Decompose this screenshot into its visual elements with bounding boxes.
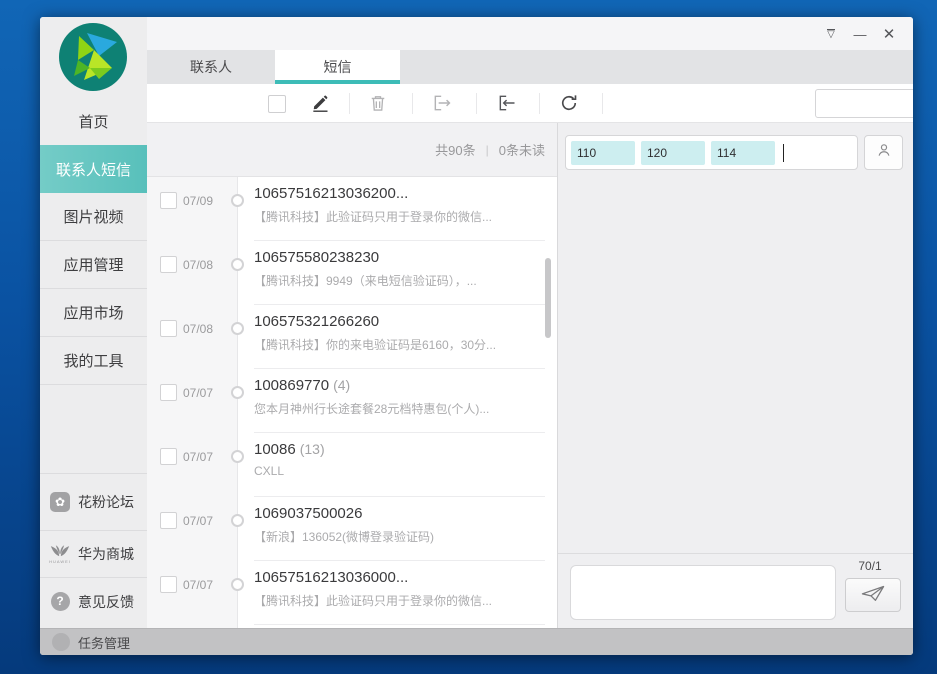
- send-button[interactable]: [845, 578, 901, 612]
- question-icon: ?: [50, 592, 70, 612]
- text-cursor: [783, 144, 784, 162]
- recipient-chip[interactable]: 120: [641, 141, 705, 165]
- toolbar-separator: [412, 93, 413, 114]
- message-preview: 【腾讯科技】你的来电验证码是6160，30分...: [254, 336, 496, 353]
- toolbar-separator: [539, 93, 540, 114]
- tab-contacts[interactable]: 联系人: [147, 50, 275, 84]
- sidebar-item-contacts-sms[interactable]: 联系人短信: [40, 145, 147, 193]
- message-list: 07/09 10657516213036200... 【腾讯科技】此验证码只用于…: [147, 177, 557, 628]
- refresh-icon[interactable]: [558, 92, 580, 114]
- toolbar-separator: [349, 93, 350, 114]
- timeline-dot: [231, 514, 244, 527]
- tab-sms[interactable]: 短信: [275, 50, 400, 84]
- row-checkbox[interactable]: [160, 448, 177, 465]
- minimize-button[interactable]: —: [850, 24, 870, 44]
- recipient-chip[interactable]: 114: [711, 141, 775, 165]
- timeline-dot: [231, 258, 244, 271]
- hisuite-logo: [59, 23, 127, 91]
- app-window: 首页 联系人短信 图片视频 应用管理 应用市场 我的工具 ✿ 花粉论坛 HUAW…: [40, 17, 913, 655]
- timeline-dot: [231, 386, 244, 399]
- timeline-dot: [231, 450, 244, 463]
- message-row[interactable]: 07/09 10657516213036200... 【腾讯科技】此验证码只用于…: [147, 177, 557, 241]
- sender-number: 1069037500026: [254, 505, 362, 522]
- row-checkbox[interactable]: [160, 256, 177, 273]
- task-manager-icon: [52, 633, 70, 651]
- sidebar-item-home[interactable]: 首页: [40, 97, 147, 145]
- send-icon: [860, 583, 886, 608]
- message-textarea[interactable]: [571, 566, 835, 619]
- sidebar-item-app-management[interactable]: 应用管理: [40, 241, 147, 289]
- sidebar-item-huawei-store[interactable]: HUAWEI 华为商城: [40, 530, 147, 577]
- message-preview: 【新浪】136052(微博登录验证码): [254, 528, 434, 545]
- close-button[interactable]: ✕: [879, 24, 899, 44]
- search-input[interactable]: [816, 90, 913, 117]
- row-checkbox[interactable]: [160, 192, 177, 209]
- sidebar-item-feedback[interactable]: ? 意见反馈: [40, 577, 147, 625]
- timeline-dot: [231, 322, 244, 335]
- huawei-logo-icon: HUAWEI: [50, 544, 70, 564]
- message-row[interactable]: 07/07 1069037500026 【新浪】136052(微博登录验证码): [147, 497, 557, 561]
- message-preview: 您本月神州行长途套餐28元档特惠包(个人)...: [254, 400, 489, 417]
- compose-area: [570, 565, 836, 620]
- search-box: [815, 89, 913, 118]
- sidebar: 首页 联系人短信 图片视频 应用管理 应用市场 我的工具 ✿ 花粉论坛 HUAW…: [40, 17, 147, 628]
- message-summary: 共90条 | 0条未读: [147, 123, 557, 177]
- window-menu-button[interactable]: ▽: [821, 24, 841, 44]
- tab-strip: 联系人 短信: [147, 50, 913, 84]
- message-row[interactable]: 07/07 10086(13) CXLL: [147, 433, 557, 497]
- sender-number: 10086: [254, 441, 296, 458]
- status-bar: 任务管理: [40, 628, 913, 655]
- sidebar-item-fans-forum[interactable]: ✿ 花粉论坛: [40, 473, 147, 530]
- pick-contact-button[interactable]: [864, 135, 903, 170]
- toolbar-separator: [602, 93, 603, 114]
- message-row[interactable]: 07/08 106575321266260 【腾讯科技】你的来电验证码是6160…: [147, 305, 557, 369]
- compose-icon[interactable]: [309, 92, 331, 114]
- conversation-panel: 110 120 114 70/1: [558, 123, 913, 628]
- row-checkbox[interactable]: [160, 384, 177, 401]
- person-icon: [875, 141, 893, 164]
- row-checkbox[interactable]: [160, 320, 177, 337]
- toolbar-separator: [476, 93, 477, 114]
- list-scrollbar-thumb[interactable]: [545, 258, 551, 338]
- sender-number: 10657516213036000...: [254, 569, 408, 586]
- sender-number: 106575321266260: [254, 313, 379, 330]
- message-row[interactable]: 07/07 10657516213036000... 【腾讯科技】此验证码只用于…: [147, 561, 557, 625]
- row-checkbox[interactable]: [160, 512, 177, 529]
- message-preview: CXLL: [254, 464, 284, 478]
- import-icon[interactable]: [496, 92, 518, 114]
- unread-count: 0条未读: [499, 140, 545, 159]
- sender-number: 100869770: [254, 377, 329, 394]
- flower-icon: ✿: [50, 492, 70, 512]
- task-manager-toggle[interactable]: 任务管理: [78, 633, 130, 652]
- total-count: 共90条: [435, 140, 475, 159]
- message-row[interactable]: 07/07 100869770(4) 您本月神州行长途套餐28元档特惠包(个人)…: [147, 369, 557, 433]
- message-preview: 【腾讯科技】9949（来电短信验证码），...: [254, 272, 477, 289]
- message-preview: 【腾讯科技】此验证码只用于登录你的微信...: [254, 592, 492, 609]
- toolbar: [147, 84, 913, 123]
- message-row[interactable]: 07/08 106575580238230 【腾讯科技】9949（来电短信验证码…: [147, 241, 557, 305]
- select-all-checkbox[interactable]: [268, 95, 286, 113]
- timeline-dot: [231, 578, 244, 591]
- sidebar-item-pictures-videos[interactable]: 图片视频: [40, 193, 147, 241]
- export-icon[interactable]: [431, 92, 453, 114]
- recipient-chip[interactable]: 110: [571, 141, 635, 165]
- row-checkbox[interactable]: [160, 576, 177, 593]
- recipient-input[interactable]: 110 120 114: [565, 135, 858, 170]
- message-preview: 【腾讯科技】此验证码只用于登录你的微信...: [254, 208, 492, 225]
- sidebar-item-my-tools[interactable]: 我的工具: [40, 337, 147, 385]
- delete-icon[interactable]: [367, 92, 389, 114]
- titlebar: ▽ — ✕: [147, 17, 913, 50]
- sender-number: 10657516213036200...: [254, 185, 408, 202]
- sender-number: 106575580238230: [254, 249, 379, 266]
- sidebar-item-app-market[interactable]: 应用市场: [40, 289, 147, 337]
- char-counter: 70/1: [842, 559, 898, 573]
- timeline-dot: [231, 194, 244, 207]
